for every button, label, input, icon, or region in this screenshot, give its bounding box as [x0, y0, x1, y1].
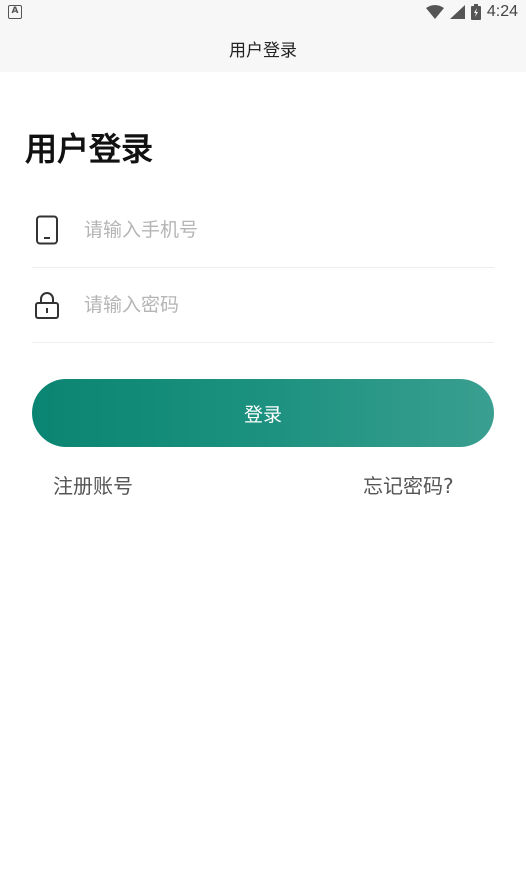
- phone-input[interactable]: [84, 218, 464, 241]
- battery-charging-icon: [470, 4, 481, 20]
- register-link[interactable]: 注册账号: [53, 470, 133, 499]
- page-heading: 用户登录: [25, 130, 154, 168]
- cell-signal-icon: [449, 5, 465, 19]
- password-input[interactable]: [84, 293, 464, 316]
- wifi-icon: [425, 5, 444, 19]
- status-left: A: [8, 5, 22, 19]
- login-button[interactable]: 登录: [32, 379, 494, 447]
- status-time: 4:24: [486, 3, 518, 20]
- app-bar-title: 用户登录: [229, 40, 297, 61]
- app-bar: 用户登录: [0, 24, 526, 72]
- notification-a-icon: A: [8, 5, 22, 19]
- status-right: 4:24: [425, 3, 518, 21]
- password-field-row: [32, 267, 494, 343]
- forgot-password-link[interactable]: 忘记密码?: [363, 470, 454, 499]
- status-bar: A 4:24: [0, 0, 526, 24]
- phone-field-row: [32, 192, 494, 268]
- mobile-phone-icon: [32, 215, 62, 245]
- lock-icon: [32, 290, 62, 320]
